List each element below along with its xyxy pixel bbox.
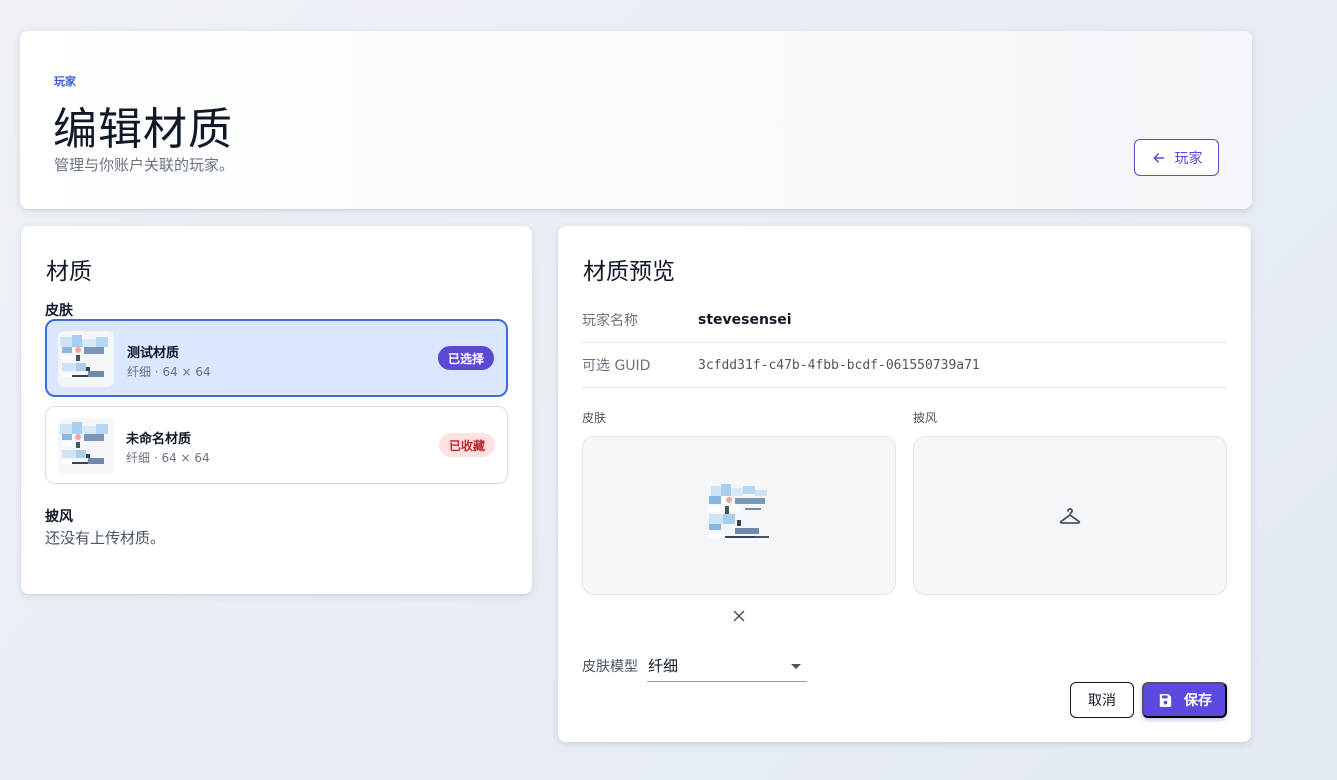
skin-preview-box[interactable] (582, 436, 896, 595)
floppy-disk-icon (1159, 693, 1172, 707)
skin-item-meta: 纤细 · 64 × 64 (126, 451, 210, 465)
textures-title: 材质 (46, 259, 92, 285)
skin-item-selected[interactable]: 测试材质 纤细 · 64 × 64 已选择 (45, 319, 508, 397)
guid-row: 可选 GUID 3cfdd31f-c47b-4fbb-bcdf-06155073… (582, 343, 1227, 388)
textures-card: 材质 皮肤 测试材质 纤细 · 64 × 64 已选择 未命名材质 纤细 · 6… (21, 226, 532, 594)
player-name-value: stevesensei (698, 312, 792, 328)
skin-model-label: 皮肤模型 (582, 659, 638, 675)
guid-label: 可选 GUID (582, 358, 651, 374)
player-name-label: 玩家名称 (582, 313, 638, 329)
save-button-label: 保存 (1184, 692, 1212, 708)
skin-item-name: 未命名材质 (126, 432, 192, 447)
preview-title: 材质预览 (583, 259, 675, 285)
skin-model-select[interactable]: 纤细 (647, 650, 807, 682)
skin-preview-image (709, 483, 769, 538)
back-button-label: 玩家 (1174, 149, 1203, 166)
page-subtitle: 管理与你账户关联的玩家。 (54, 156, 235, 174)
preview-card: 材质预览 玩家名称 stevesensei 可选 GUID 3cfdd31f-c… (558, 226, 1251, 742)
cape-empty-message: 还没有上传材质。 (45, 529, 166, 547)
skin-item-name: 测试材质 (127, 346, 180, 361)
skin-model-value: 纤细 (648, 657, 679, 675)
guid-value: 3cfdd31f-c47b-4fbb-bcdf-061550739a71 (698, 357, 980, 373)
skin-thumbnail (58, 331, 114, 387)
cancel-button[interactable]: 取消 (1070, 682, 1134, 718)
caret-down-icon (791, 664, 801, 669)
skin-item-meta: 纤细 · 64 × 64 (127, 365, 211, 379)
selected-badge: 已选择 (437, 346, 494, 370)
skin-preview-label: 皮肤 (582, 411, 607, 425)
skin-thumbnail (58, 418, 114, 474)
player-name-row: 玩家名称 stevesensei (582, 298, 1227, 343)
breadcrumb[interactable]: 玩家 (54, 73, 76, 89)
cape-preview-label: 披风 (913, 411, 938, 425)
back-to-players-button[interactable]: 玩家 (1134, 139, 1219, 176)
hanger-icon (1059, 507, 1081, 524)
skin-section-label: 皮肤 (45, 303, 73, 319)
cape-section-label: 披风 (45, 509, 73, 525)
header-card: 玩家 编辑材质 管理与你账户关联的玩家。 玩家 (20, 31, 1252, 209)
close-icon[interactable] (730, 607, 748, 625)
save-button[interactable]: 保存 (1142, 682, 1227, 718)
favorite-badge: 已收藏 (438, 433, 495, 457)
page-title: 编辑材质 (53, 104, 233, 155)
cape-preview-box[interactable] (913, 436, 1227, 595)
skin-item[interactable]: 未命名材质 纤细 · 64 × 64 已收藏 (45, 406, 508, 484)
arrow-left-icon (1153, 152, 1164, 163)
